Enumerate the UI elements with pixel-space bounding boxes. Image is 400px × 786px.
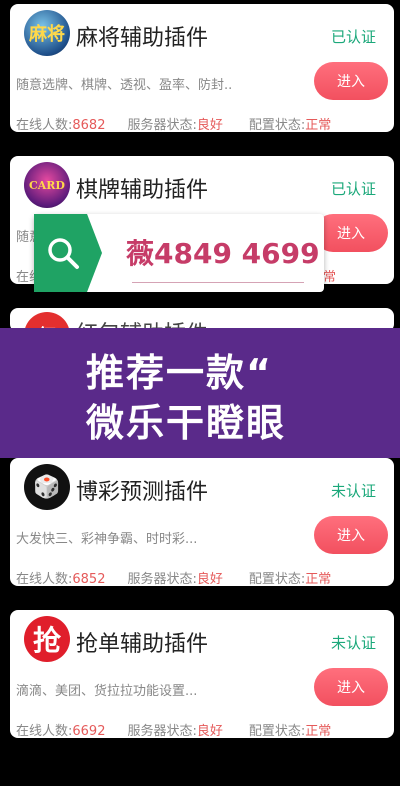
dice-logo: 🎲 (24, 464, 70, 510)
config-label: 配置状态: (248, 118, 306, 132)
plugin-description: 随意选牌、棋牌、透视、盈率、防封.. (16, 78, 233, 93)
search-underline (132, 282, 304, 283)
plugin-card-mahjong: 麻将 麻将辅助插件 已认证 随意选牌、棋牌、透视、盈率、防封.. 进入 在线人数… (10, 4, 394, 132)
server-label: 服务器状态: (127, 724, 197, 738)
plugin-card-order-grab: 抢 抢单辅助插件 未认证 滴滴、美团、货拉拉功能设置... 进入 在线人数:66… (10, 610, 394, 738)
plugin-stats: 在线人数:6852 服务器状态:良好 配置状态:正常 (16, 568, 331, 586)
config-value: 正常 (305, 118, 332, 132)
enter-button[interactable]: 进入 (314, 214, 388, 252)
config-value: 正常 (305, 572, 332, 586)
promo-banner: 推荐一款“ 微乐干瞪眼 (0, 328, 400, 458)
plugin-title: 博彩预测插件 (76, 480, 209, 505)
search-button[interactable] (34, 214, 102, 292)
status-badge: 未认证 (330, 634, 376, 652)
plugin-stats: 在线人数:6692 服务器状态:良好 配置状态:正常 (16, 720, 331, 738)
status-badge: 已认证 (330, 180, 376, 198)
status-badge: 未认证 (330, 482, 376, 500)
server-value: 良好 (196, 118, 223, 132)
mahjong-logo: 麻将 (24, 10, 70, 56)
online-label: 在线人数: (16, 118, 73, 132)
plugin-card-lottery: 🎲 博彩预测插件 未认证 大发快三、彩神争霸、时时彩... 进入 在线人数:68… (10, 458, 394, 586)
banner-line-1: 推荐一款“ (86, 351, 273, 395)
plugin-title: 抢单辅助插件 (76, 632, 209, 657)
order-grab-logo: 抢 (24, 616, 70, 662)
server-label: 服务器状态: (127, 572, 197, 586)
online-value: 6692 (72, 724, 106, 738)
search-icon (48, 238, 79, 269)
config-value: 正常 (305, 724, 332, 738)
plugin-description: 大发快三、彩神争霸、时时彩... (16, 532, 198, 547)
server-label: 服务器状态: (127, 118, 197, 132)
plugin-title: 麻将辅助插件 (76, 26, 209, 51)
online-label: 在线人数: (16, 724, 73, 738)
plugin-title: 棋牌辅助插件 (76, 178, 209, 203)
server-value: 良好 (196, 724, 223, 738)
banner-line-2: 微乐干瞪眼 (86, 401, 287, 445)
server-value: 良好 (196, 572, 223, 586)
plugin-description: 滴滴、美团、货拉拉功能设置... (16, 684, 198, 699)
enter-button[interactable]: 进入 (314, 668, 388, 706)
enter-button[interactable]: 进入 (314, 62, 388, 100)
online-value: 8682 (72, 118, 106, 132)
search-overlay[interactable]: 薇4849 4699 (34, 214, 324, 292)
online-value: 6852 (72, 572, 106, 586)
enter-button[interactable]: 进入 (314, 516, 388, 554)
chess-logo: CARD (24, 162, 70, 208)
config-label: 配置状态: (248, 572, 306, 586)
plugin-stats: 在线人数:8682 服务器状态:良好 配置状态:正常 (16, 114, 331, 132)
search-input[interactable]: 薇4849 4699 (126, 232, 320, 272)
config-label: 配置状态: (248, 724, 306, 738)
status-badge: 已认证 (330, 28, 376, 46)
online-label: 在线人数: (16, 572, 73, 586)
